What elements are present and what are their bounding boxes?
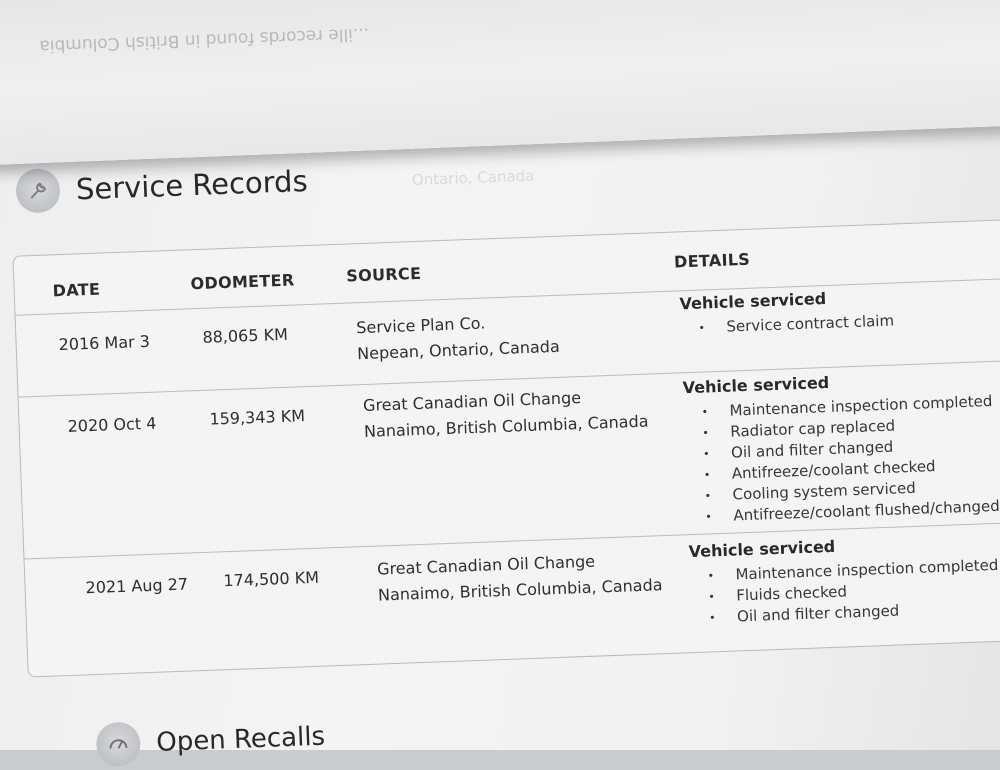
record-date: 2020 Oct 4: [67, 413, 157, 436]
section-title: Open Recalls: [155, 721, 326, 758]
service-records-header: Service Records: [15, 159, 308, 214]
recall-gauge-icon: [95, 721, 142, 768]
source-location: Nepean, Ontario, Canada: [356, 336, 561, 364]
column-header-odometer: ODOMETER: [190, 270, 295, 294]
ghost-text: Ontario, Canada: [411, 166, 535, 190]
record-details: Vehicle serviced Maintenance inspection …: [682, 365, 1000, 528]
details-list: Maintenance inspection completed Fluids …: [689, 555, 1000, 629]
page-background: ...ille records found in British Columbi…: [0, 0, 1000, 768]
column-header-details: DETAILS: [673, 249, 751, 272]
column-header-date: DATE: [52, 279, 101, 301]
record-odometer: 159,343 KM: [209, 406, 306, 429]
record-source: Great Canadian Oil Change Nanaimo, Briti…: [377, 547, 663, 607]
show-through-text: ...ille records found in British Columbi…: [39, 23, 370, 57]
record-details: Vehicle serviced Service contract claim: [679, 285, 894, 340]
service-records-table: DATE ODOMETER SOURCE DETAILS 2016 Mar 3 …: [12, 219, 1000, 678]
open-recalls-header: Open Recalls: [95, 715, 326, 768]
record-date: 2016 Mar 3: [58, 331, 151, 355]
details-list: Maintenance inspection completed Radiato…: [683, 391, 1000, 528]
wrench-icon: [15, 167, 61, 214]
column-header-source: SOURCE: [346, 263, 422, 286]
record-date: 2021 Aug 27: [85, 574, 189, 598]
record-source: Service Plan Co. Nepean, Ontario, Canada: [356, 309, 560, 366]
section-title: Service Records: [75, 163, 309, 207]
record-odometer: 174,500 KM: [223, 567, 320, 591]
record-odometer: 88,065 KM: [202, 324, 289, 347]
record-details: Vehicle serviced Maintenance inspection …: [688, 529, 1000, 629]
record-source: Great Canadian Oil Change Nanaimo, Briti…: [363, 384, 649, 444]
